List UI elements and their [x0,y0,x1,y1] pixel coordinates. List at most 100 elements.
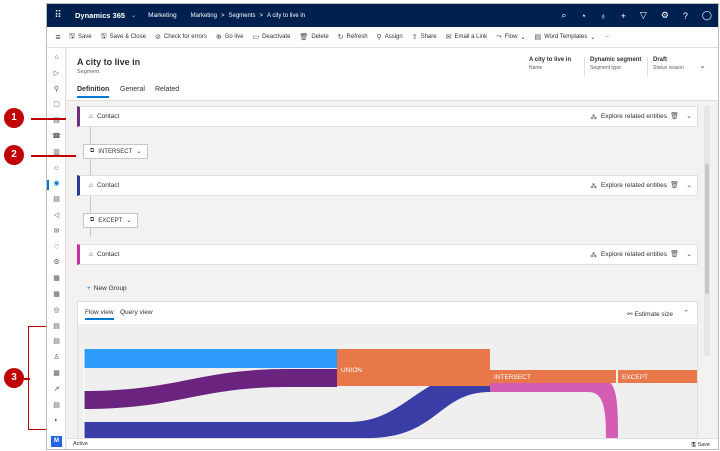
tab-related[interactable]: Related [155,86,179,93]
operator-dropdown-intersect[interactable]: ⧉ INTERSECT ⌄ [83,144,149,159]
filter-icon[interactable]: ▽ [640,10,647,21]
share-nodes-icon: ⁂ [590,114,597,121]
form-icon[interactable]: ▤ [52,323,61,331]
gear-icon[interactable]: ⚙ [52,259,61,267]
share-nodes-icon: ⁂ [590,252,597,259]
email-icon[interactable]: ✉ [52,228,61,236]
main-content: A city to live in Segment A city to live… [67,48,718,438]
delete-button[interactable]: 🗑 Delete [299,33,328,41]
tab-general[interactable]: General [120,86,145,93]
chevron-down-icon[interactable]: ⌄ [686,112,692,120]
save-button[interactable]: 🖫 Save [69,32,92,43]
table-icon[interactable]: ▦ [52,370,61,378]
flow-band-blue [84,349,337,368]
callout-2: 2 [4,145,24,165]
operator-label: EXCEPT [98,217,123,224]
save-close-button[interactable]: 🖫 Save & Close [101,32,146,43]
record-type: Segment [77,69,100,75]
tab-flow-view[interactable]: Flow view [85,309,114,320]
flow-icon: ⤳ [496,33,502,40]
pie-icon[interactable]: ◐ [52,417,61,425]
query-block[interactable]: ⌂ Contact ⁂ Explore related entities 🗑 ⌄ [77,106,698,127]
word-templates-button[interactable]: ▤ Word Templates ⌄ [534,33,595,41]
estimate-size-button[interactable]: ⚯ Estimate size [627,310,673,318]
go-live-icon: ⊕ [215,34,222,41]
delete-icon[interactable]: 🗑 [670,250,679,258]
delete-icon[interactable]: 🗑 [670,112,679,120]
area-switcher-avatar[interactable]: M [51,436,62,447]
command-bar: ≡ 🖫 Save 🖫 Save & Close ⊘ Check for errors ⊕ Go… [47,27,718,48]
report-icon[interactable]: ▤ [52,402,61,410]
check-for-errors-button[interactable]: ⊘ Check for errors [155,33,207,41]
user-icon[interactable]: ♙ [52,354,61,362]
new-group-button[interactable]: + New Group [87,285,127,292]
breadcrumb-segments[interactable]: Segments [228,13,255,19]
phone-icon[interactable]: ☎ [52,133,61,141]
page-icon[interactable]: ▢ [52,101,61,109]
journey-icon[interactable]: ◎ [52,307,61,315]
arrow-icon[interactable]: ↗ [52,386,61,394]
calendar-icon[interactable]: ▦ [52,275,61,283]
query-block-entity: ⌂ Contact [89,182,119,189]
chevron-down-icon[interactable]: ⌄ [686,181,692,189]
refresh-button[interactable]: ↻ Refresh [338,33,368,41]
footer-save-button[interactable]: 🖫 Save [691,441,710,449]
task-icon[interactable]: ◔ [580,11,585,21]
more-commands-icon[interactable]: ··· [604,34,610,40]
page-icon[interactable]: ▤ [52,338,61,346]
status-bar: Active 🖫 Save [67,438,718,449]
flow-button[interactable]: ⤳ Flow ⌄ [496,33,525,41]
tab-query-view[interactable]: Query view [120,309,153,316]
explore-related-entities-button[interactable]: ⁂ Explore related entities [590,182,667,190]
segment-designer: ⌂ Contact ⁂ Explore related entities 🗑 ⌄ ⧉… [77,106,708,438]
header-field-value: Dynamic segment [590,57,642,63]
lightbulb-icon[interactable]: ♁ [600,11,607,21]
command-label: Save & Close [109,34,146,40]
entity-label: Contact [96,182,120,189]
query-block[interactable]: ⌂ Contact ⁂ Explore related entities 🗑 ⌄ [77,244,698,265]
deactivate-button[interactable]: ▭ Deactivate [252,33,290,41]
app-launcher-icon[interactable]: ⠿ [47,10,69,21]
heart-icon[interactable]: ♡ [52,244,61,252]
pin-icon[interactable]: ⚲ [52,86,61,94]
command-label: Delete [311,34,329,40]
scrollbar-thumb[interactable] [705,164,709,294]
tab-definition[interactable]: Definition [77,86,110,98]
callout-1: 1 [4,108,24,128]
chevron-up-icon[interactable]: ⌃ [683,309,689,317]
delete-icon[interactable]: 🗑 [670,181,679,189]
area-name[interactable]: Marketing [148,12,177,19]
header-field-name: A city to live in Name [529,57,571,71]
chevron-down-icon[interactable]: ⌄ [686,250,692,258]
contact-icon[interactable]: ☺ [52,165,61,173]
help-icon[interactable]: ? [683,11,688,21]
user-icon[interactable]: ◯ [702,10,712,21]
go-live-button[interactable]: ⊕ Go live [216,33,244,41]
app-name[interactable]: Dynamics 365 [75,11,125,20]
vertical-scrollbar[interactable] [704,106,710,356]
document-icon[interactable]: ▤ [52,196,61,204]
hamburger-menu-icon[interactable]: ≡ [47,32,69,42]
search-icon[interactable]: ⌕ [561,10,566,21]
chevron-down-icon[interactable]: ⌄ [699,61,706,70]
entity-icon: ⌂ [89,113,93,120]
explore-related-entities-button[interactable]: ⁂ Explore related entities [590,251,667,259]
chevron-down-icon: ⌄ [590,34,596,41]
explore-related-entities-button[interactable]: ⁂ Explore related entities [590,113,667,121]
chevron-down-icon[interactable]: ⌄ [131,12,136,19]
megaphone-icon[interactable]: ◁ [52,212,61,220]
gear-icon[interactable]: ⚙ [661,10,669,21]
home-icon[interactable]: ⌂ [52,54,61,62]
assign-button[interactable]: ⚲ Assign [377,33,403,41]
calendar-icon[interactable]: ▦ [52,291,61,299]
query-block[interactable]: ⌂ Contact ⁂ Explore related entities 🗑 ⌄ [77,175,698,196]
share-button[interactable]: ⇪ Share [412,33,437,41]
plus-icon[interactable]: + [621,11,626,21]
play-icon[interactable]: ▷ [52,70,61,78]
breadcrumb-marketing[interactable]: Marketing [191,13,217,19]
command-label: Go live [224,34,244,40]
operator-dropdown-except[interactable]: ⧉ EXCEPT ⌄ [83,213,139,228]
segment-icon[interactable]: ◉ [52,180,61,188]
email-a-link-button[interactable]: ✉ Email a Link [446,33,488,41]
callout-bracket [28,326,46,430]
